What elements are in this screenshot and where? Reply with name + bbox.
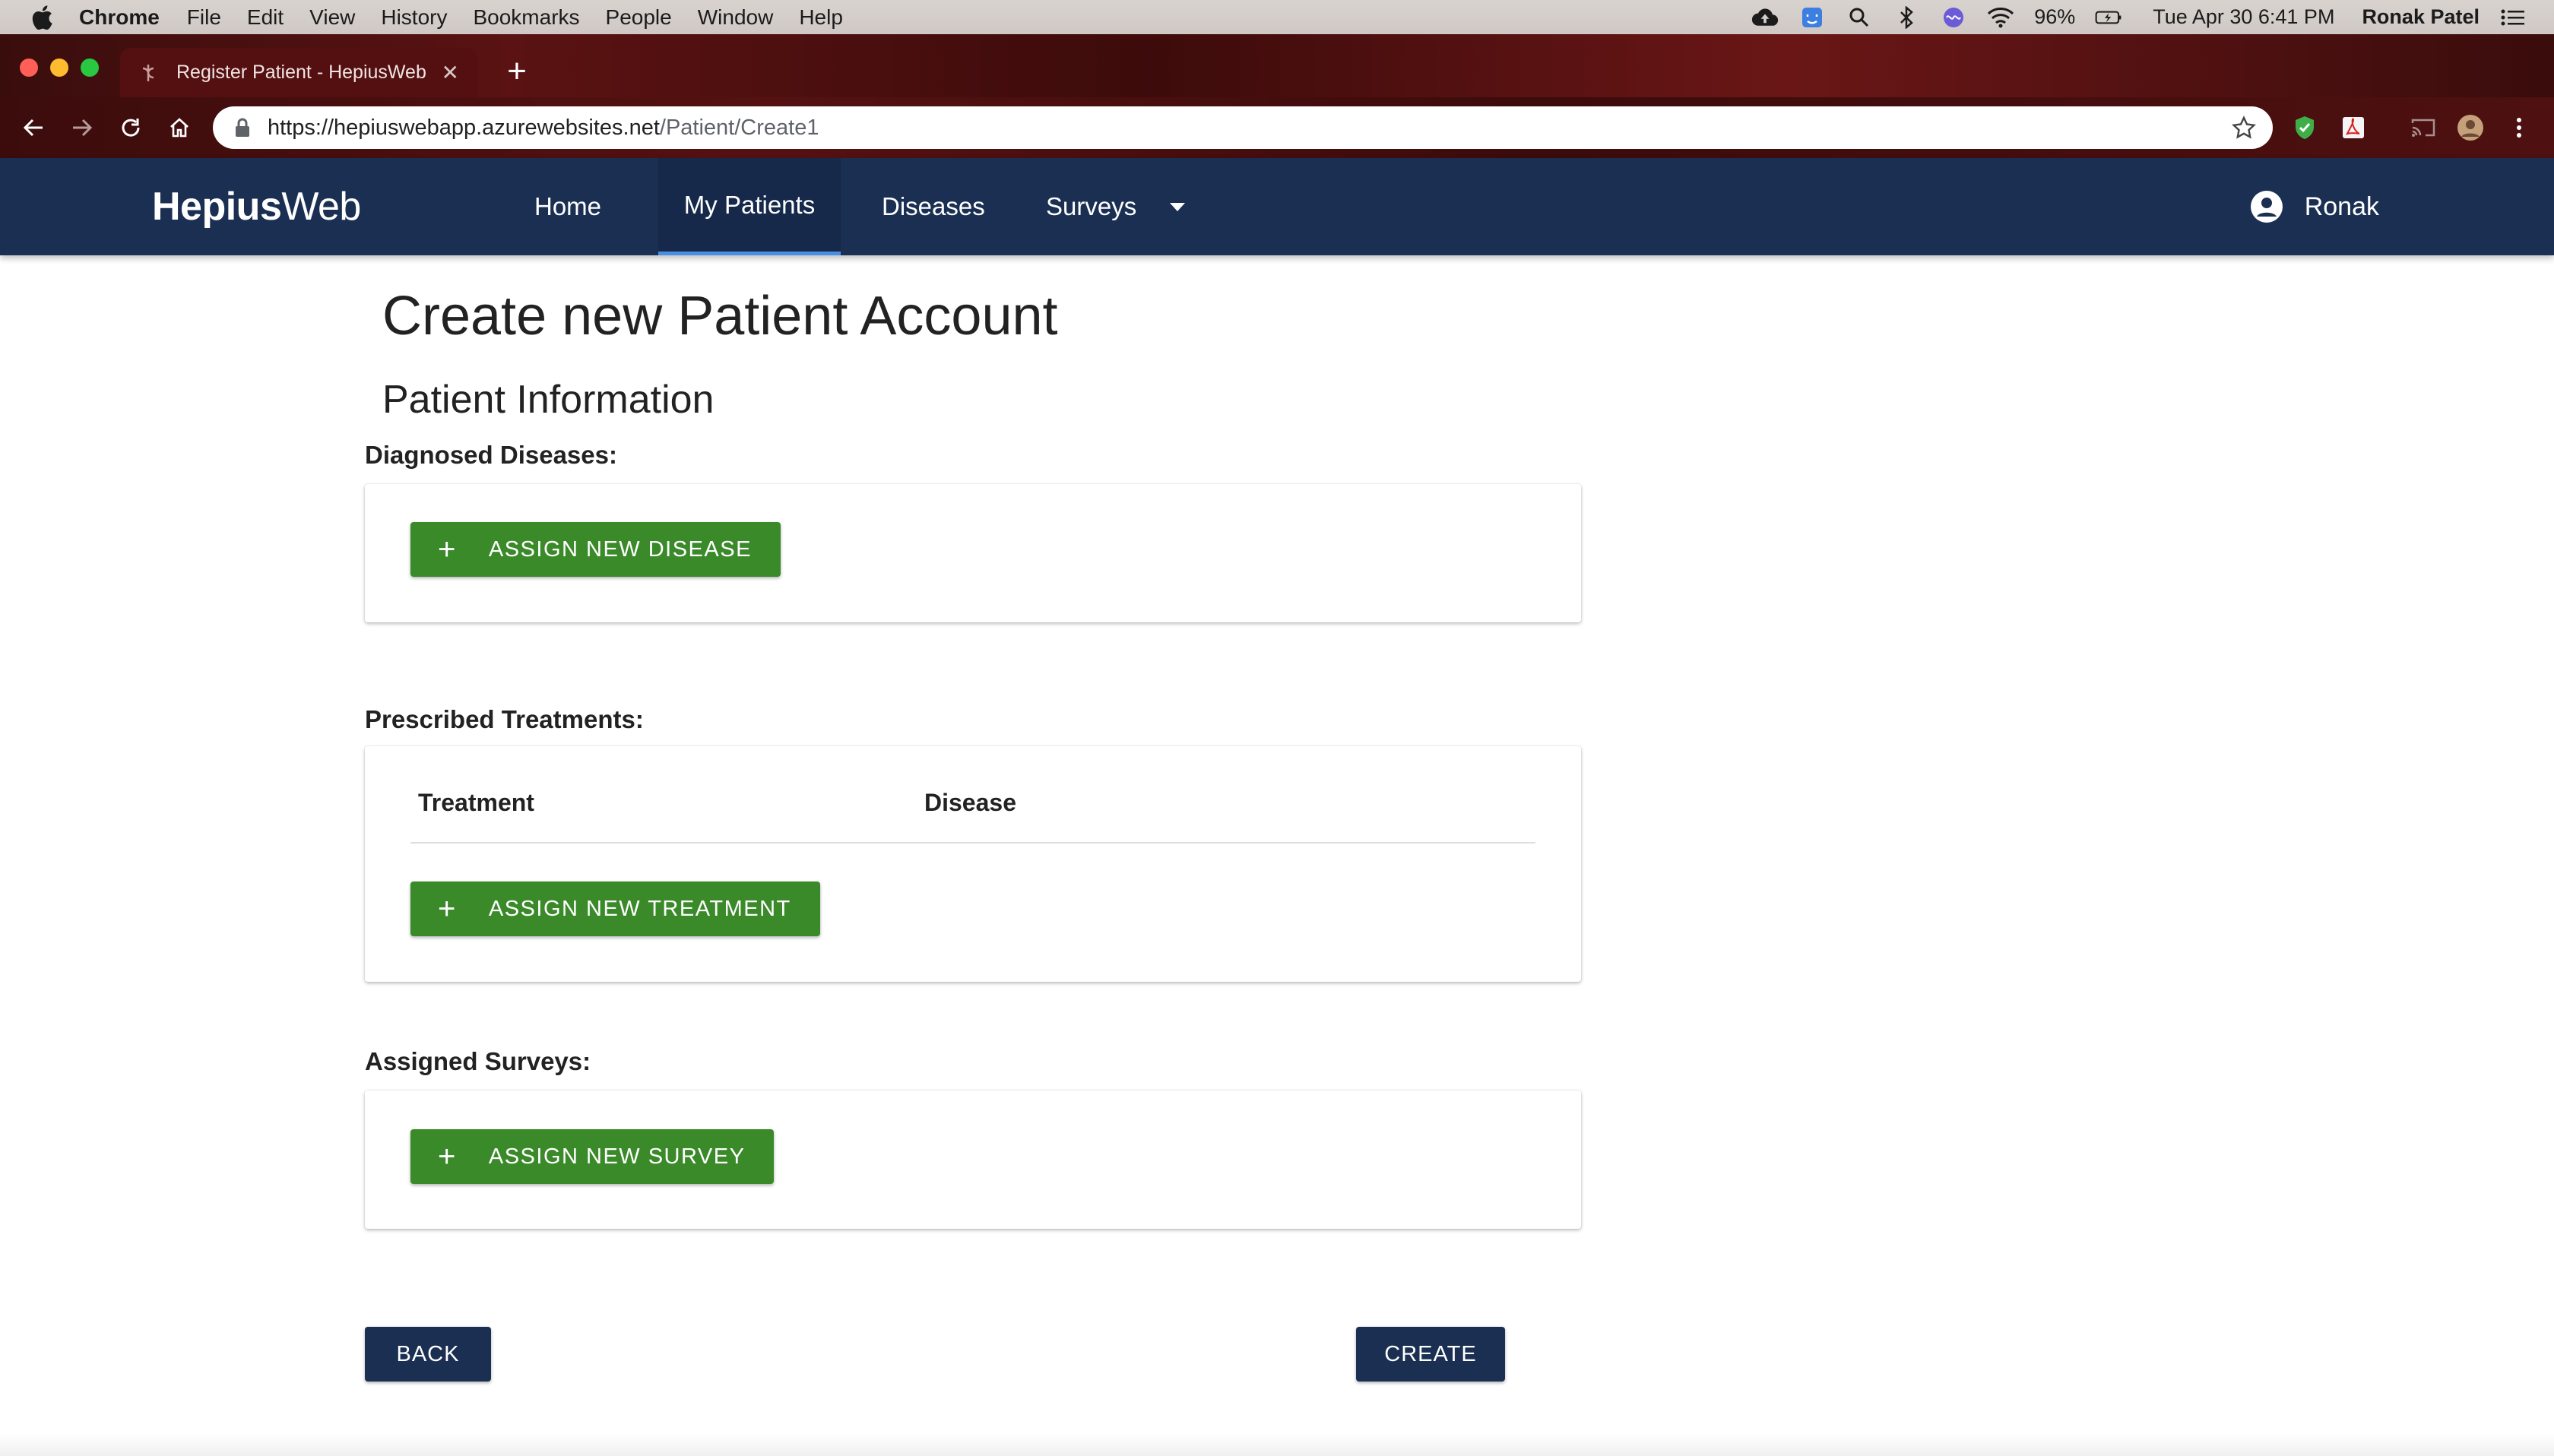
cast-icon[interactable] [2408,112,2438,143]
tab-close-icon[interactable]: ✕ [442,60,459,85]
create-button[interactable]: CREATE [1356,1327,1505,1382]
caret-down-icon [1170,202,1186,211]
browser-tab-strip: Register Patient - HepiusWeb ✕ + [0,34,2554,97]
wifi-icon[interactable] [1987,4,2014,31]
menu-window[interactable]: Window [698,5,774,30]
address-bar[interactable]: https://hepiuswebapp.azurewebsites.net/P… [213,106,2273,149]
page-bottom-shadow [0,1433,2554,1456]
home-icon[interactable] [164,112,195,143]
menu-bookmarks[interactable]: Bookmarks [473,5,579,30]
table-divider [410,842,1535,844]
battery-percent: 96% [2034,5,2076,28]
reload-icon[interactable] [116,112,146,143]
assign-new-survey-button[interactable]: + ASSIGN NEW SURVEY [410,1129,775,1184]
macos-menu-bar: Chrome File Edit View History Bookmarks … [0,0,2554,34]
brand-logo[interactable]: Hepius Web [152,158,361,255]
menubar-user[interactable]: Ronak Patel [2362,5,2480,29]
apple-icon[interactable] [30,5,53,30]
brand-bold: Hepius [152,185,282,229]
menu-help[interactable]: Help [799,5,843,30]
nav-diseases[interactable]: Diseases [882,158,985,255]
assign-new-disease-button[interactable]: + ASSIGN NEW DISEASE [410,522,781,577]
browser-tab-active[interactable]: Register Patient - HepiusWeb ✕ [120,48,477,97]
assign-new-survey-label: ASSIGN NEW SURVEY [488,1144,746,1169]
menu-edit[interactable]: Edit [247,5,284,30]
assign-new-disease-label: ASSIGN NEW DISEASE [488,537,752,562]
back-arrow-icon[interactable] [18,112,49,143]
column-header-treatment: Treatment [418,789,534,816]
browser-toolbar: https://hepiuswebapp.azurewebsites.net/P… [0,97,2554,158]
lock-icon[interactable] [234,117,252,138]
diagnosed-diseases-label: Diagnosed Diseases: [365,441,617,469]
acrobat-extension-icon[interactable] [2338,112,2369,143]
spotlight-search-icon[interactable] [1846,4,1873,31]
nav-my-patients[interactable]: My Patients [658,158,841,255]
bluetooth-icon[interactable] [1893,4,1920,31]
assigned-surveys-card: + ASSIGN NEW SURVEY [365,1090,1581,1229]
assigned-surveys-label: Assigned Surveys: [365,1047,591,1075]
window-minimize-button[interactable] [50,59,68,77]
tab-title: Register Patient - HepiusWeb [176,62,426,83]
prescribed-treatments-card: Treatment Disease + ASSIGN NEW TREATMENT [365,746,1581,982]
page-title: Create new Patient Account [382,286,1058,347]
back-button[interactable]: BACK [365,1327,491,1382]
siri-icon[interactable] [1940,4,1967,31]
user-menu[interactable]: Ronak [2250,158,2379,255]
window-close-button[interactable] [20,59,38,77]
battery-charging-icon[interactable] [2095,4,2122,31]
nav-surveys-label: Surveys [1046,192,1137,220]
menu-people[interactable]: People [606,5,672,30]
status-area: 96% Tue Apr 30 6:41 PM Ronak Patel [1751,0,2527,34]
account-circle-icon [2250,190,2283,223]
bookmark-star-icon[interactable] [2232,116,2256,146]
app-navbar: Hepius Web Home My Patients Diseases Surv… [0,158,2554,255]
window-maximize-button[interactable] [81,59,99,77]
plus-icon: + [438,1140,457,1173]
notification-center-icon[interactable] [2499,4,2527,31]
plus-icon: + [438,533,457,566]
chrome-menu-icon[interactable] [2504,112,2534,143]
assign-new-treatment-button[interactable]: + ASSIGN NEW TREATMENT [410,882,820,936]
menubar-clock[interactable]: Tue Apr 30 6:41 PM [2153,5,2334,29]
hepius-favicon-icon [138,63,158,83]
column-header-disease: Disease [924,789,1016,816]
shield-extension-icon[interactable] [2289,112,2320,143]
nav-home[interactable]: Home [534,158,601,255]
user-name: Ronak [2304,191,2379,221]
menu-history[interactable]: History [381,5,447,30]
forward-arrow-icon[interactable] [67,112,97,143]
brand-light: Web [281,185,361,229]
finder-icon[interactable] [1798,4,1826,31]
assign-new-treatment-label: ASSIGN NEW TREATMENT [488,896,791,921]
menu-app-name[interactable]: Chrome [79,5,160,30]
prescribed-treatments-label: Prescribed Treatments: [365,705,644,733]
url-path: /Patient/Create1 [659,115,819,140]
diagnosed-diseases-card: + ASSIGN NEW DISEASE [365,484,1581,622]
cloud-upload-icon[interactable] [1751,4,1779,31]
url-host: https://hepiuswebapp.azurewebsites.net [268,115,660,140]
menu-view[interactable]: View [309,5,355,30]
menu-file[interactable]: File [187,5,221,30]
section-subtitle: Patient Information [382,378,715,422]
nav-surveys-dropdown[interactable]: Surveys [1046,158,1186,255]
plus-icon: + [438,892,457,926]
new-tab-button[interactable]: + [503,54,531,89]
profile-avatar-icon[interactable] [2455,112,2486,143]
